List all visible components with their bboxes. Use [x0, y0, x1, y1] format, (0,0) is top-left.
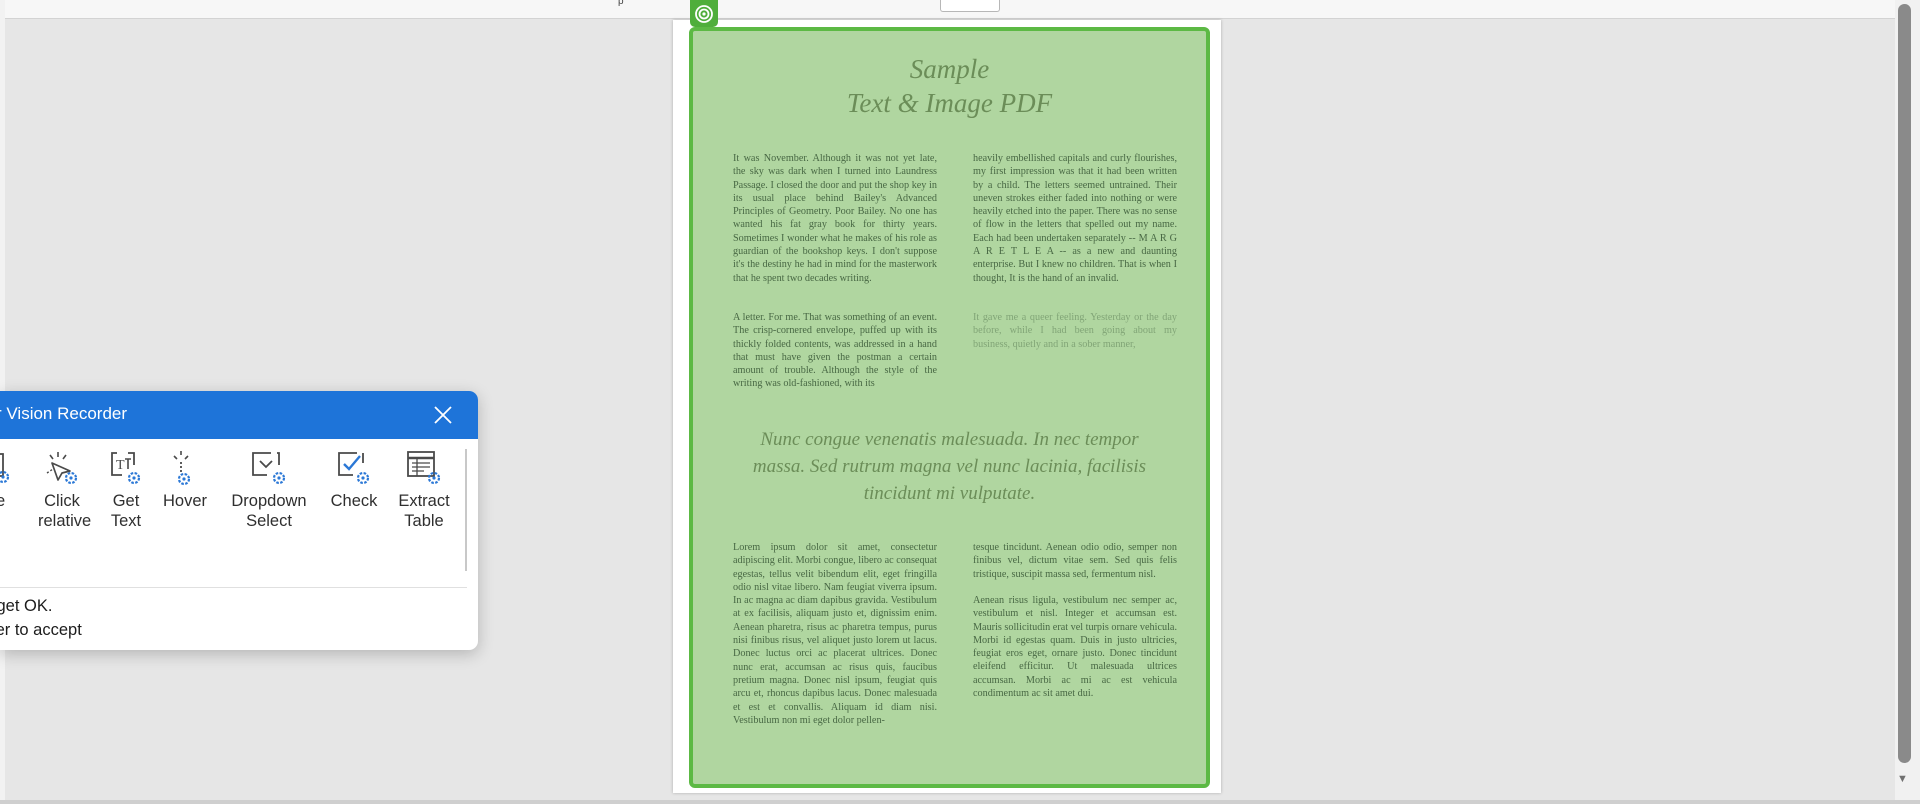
svg-text:T: T [116, 458, 125, 473]
tool-type-into[interactable]: T pe [0, 449, 16, 511]
document-title-line1: Sample [909, 54, 990, 84]
toolbar-scrollbar[interactable] [465, 449, 467, 571]
tool-label-line2: relative [38, 512, 92, 530]
recorder-title: r Vision Recorder [0, 404, 128, 423]
toolbar-partial-text: p [618, 0, 624, 7]
tool-extract-table[interactable]: Extract Table [396, 449, 452, 531]
viewer-toolbar: p [5, 0, 1895, 19]
tool-label: Hover [162, 492, 207, 510]
tool-check[interactable]: Check [327, 449, 381, 511]
get-text-icon: T [111, 452, 141, 485]
close-icon [434, 406, 452, 424]
document-title: Sample Text & Image PDF [689, 52, 1210, 120]
vertical-scrollbar-thumb[interactable] [1898, 4, 1911, 763]
recorder-title-bar[interactable]: r Vision Recorder [0, 391, 478, 439]
tool-dropdown-select[interactable]: Dropdown Select [224, 449, 314, 531]
click-relative-icon [46, 452, 78, 485]
dropdown-select-icon [252, 452, 286, 485]
vision-recorder-dialog: r Vision Recorder T pe [0, 391, 478, 650]
target-badge [690, 0, 718, 27]
tool-label-line1: Click [44, 492, 80, 510]
target-icon [695, 4, 713, 23]
right-column-lorem: tesque tincidunt. Aenean odio odio, semp… [973, 542, 1177, 580]
pull-quote: Nunc congue venenatis malesuada. In nec … [752, 429, 1147, 504]
left-column-paragraph: It was November. Although it was not yet… [733, 153, 937, 284]
close-button[interactable] [432, 404, 454, 426]
tool-label-line1: Extract [398, 492, 450, 510]
tool-label-line2: Text [110, 512, 142, 530]
tool-label-line1: Get [112, 492, 140, 510]
tool-get-text[interactable]: T Get Text [104, 449, 148, 531]
bottom-edge [0, 800, 1920, 804]
left-column-paragraph: A letter. For me. That was something of … [733, 312, 937, 390]
tool-click-relative[interactable]: Click relative [38, 449, 92, 531]
divider [0, 587, 467, 588]
status-line-1: rget OK. [0, 597, 53, 615]
hover-icon [173, 451, 191, 486]
right-column-paragraph-faded: It gave me a queer feeling. Yesterday or… [973, 312, 1177, 350]
tool-label-line2: Select [246, 512, 292, 530]
right-column-paragraph: heavily embellished capitals and curly f… [973, 153, 1177, 284]
scroll-down-arrow-icon[interactable]: ▼ [1897, 774, 1908, 785]
status-line-2: ter to accept [0, 621, 82, 639]
tool-label: Check [330, 492, 378, 510]
recorder-toolbar: T pe Click relative T [0, 449, 466, 572]
page-number-input[interactable] [940, 0, 1000, 12]
left-column-lorem: Lorem ipsum dolor sit amet, consectetur … [733, 542, 937, 726]
tool-label-line1: Dropdown [231, 492, 307, 510]
tool-label-line2: Table [404, 512, 444, 530]
extract-table-icon [407, 451, 441, 485]
recorder-status: rget OK. ter to accept [0, 594, 82, 642]
check-icon [338, 452, 370, 485]
document-title-line2: Text & Image PDF [846, 88, 1053, 118]
tool-hover[interactable]: Hover [160, 449, 210, 511]
right-column-lorem-2: Aenean risus ligula, vestibulum nec semp… [973, 595, 1177, 700]
type-into-icon: T [0, 453, 10, 484]
tool-label: pe [0, 492, 6, 510]
